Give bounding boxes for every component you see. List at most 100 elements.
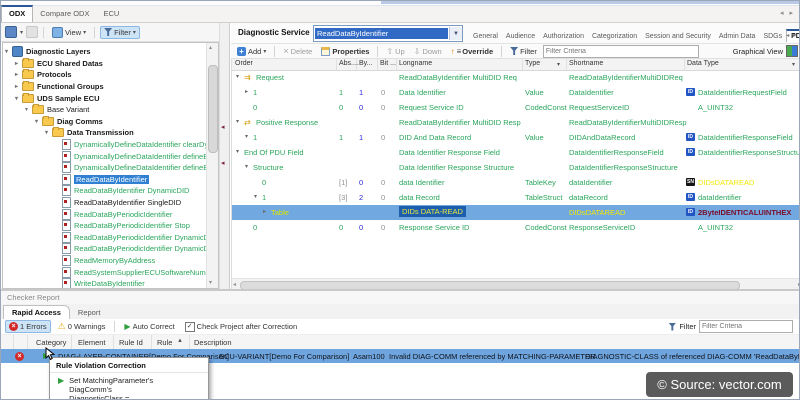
detail-tab-categorization[interactable]: Categorization: [588, 31, 641, 42]
checkbox-checked-icon[interactable]: ✓: [185, 322, 195, 332]
view-button[interactable]: View ▾: [49, 26, 89, 39]
detail-tab-session-and-security[interactable]: Session and Security: [641, 31, 715, 42]
main-tab-compare-odx[interactable]: Compare ODX: [33, 7, 96, 22]
tree-expander-icon[interactable]: ▾: [25, 106, 32, 113]
up-button[interactable]: ⇧ Up: [383, 46, 407, 57]
main-tab-odx[interactable]: ODX: [1, 5, 33, 22]
override-button[interactable]: ↑≡ Override: [448, 46, 497, 57]
pdu-row-positive-response[interactable]: ▾⇄Positive ResponseReadDataByIdentifier …: [232, 115, 800, 130]
row-expander-icon[interactable]: ▾: [236, 148, 239, 155]
tree-item-base-variant[interactable]: ▾Base Variant: [25, 104, 89, 116]
combobox-dropdown-icon[interactable]: ▼: [449, 27, 462, 40]
tree-item-readdatabyperiodicidentifier[interactable]: ReadDataByPeriodicIdentifier: [55, 208, 172, 220]
tree-item-readdatabyperiodicidentifier-dynamicdid-[interactable]: ReadDataByPeriodicIdentifier DynamicDID …: [55, 243, 219, 255]
pdu-row-table[interactable]: ▸TableDIDs DATA-READDIDsDATAREADID2ByteI…: [232, 205, 800, 220]
detail-tab-authorization[interactable]: Authorization: [539, 31, 588, 42]
datatype-column-dropdown-icon[interactable]: ▾: [792, 61, 795, 68]
delete-button[interactable]: × Delete: [280, 45, 315, 57]
checker-column-header-element[interactable]: Element: [78, 338, 106, 347]
tree-item-uds-sample-ecu[interactable]: ▾UDS Sample ECU: [15, 92, 100, 104]
detail-tab-scroll-arrows[interactable]: ◂ ▸: [786, 32, 797, 39]
checker-tab-report[interactable]: Report: [70, 306, 109, 319]
tree-filter-button[interactable]: Filter ▾: [100, 26, 140, 39]
pdu-row-0[interactable]: 0[1]00data IdentifierTableKeydataIdentif…: [232, 175, 800, 190]
scroll-up-icon[interactable]: ▴: [209, 44, 212, 51]
grid-column-header-type[interactable]: Type: [525, 60, 540, 67]
tree-expander-icon[interactable]: ▾: [35, 118, 42, 125]
tree-item-readmemorybyaddress[interactable]: ReadMemoryByAddress: [55, 255, 155, 267]
splitter-collapse-icon[interactable]: ◂: [221, 159, 225, 167]
tree-item-diagnostic-layers[interactable]: ▾Diagnostic Layers: [5, 46, 91, 58]
pdu-row-1[interactable]: ▸1110Data IdentifierValueDataIdentifierI…: [232, 85, 800, 100]
tree-item-readdatabyidentifier-dynamicdid[interactable]: ReadDataByIdentifier DynamicDID: [55, 185, 189, 197]
grid-column-header-bit[interactable]: Bit ...: [380, 60, 396, 67]
panel-splitter[interactable]: ◂ ◂: [219, 23, 230, 289]
pdu-row-0[interactable]: 0000Request Service IDCodedConstRequestS…: [232, 100, 800, 115]
tree-item-functional-groups[interactable]: ▸Functional Groups: [15, 81, 104, 93]
tree-item-dynamicallydefinedataidentifier-defineby[interactable]: DynamicallyDefineDataIdentifier defineBy…: [55, 150, 219, 162]
tree-item-readdatabyperiodicidentifier-dynamicdid[interactable]: ReadDataByPeriodicIdentifier DynamicDID: [55, 232, 217, 244]
tree-item-dynamicallydefinedataidentifier-defineby[interactable]: DynamicallyDefineDataIdentifier defineBy…: [55, 162, 219, 174]
type-column-dropdown-icon[interactable]: ▾: [557, 61, 560, 68]
detail-tab-general[interactable]: General: [469, 31, 502, 42]
tree-item-diag-comms[interactable]: ▾Diag Comms: [35, 116, 103, 128]
detail-tab-admin-data[interactable]: Admin Data: [715, 31, 760, 42]
row-expander-icon[interactable]: ▾: [236, 73, 239, 80]
tree-expander-icon[interactable]: ▸: [15, 60, 22, 67]
scroll-down-icon[interactable]: ▾: [209, 279, 212, 286]
pdu-row-structure[interactable]: ▾StructureData Identifier Response Struc…: [232, 160, 800, 175]
checker-column-header-ruleid[interactable]: Rule Id: [119, 338, 143, 347]
tree-item-ecu-shared-datas[interactable]: ▸ECU Shared Datas: [15, 58, 103, 70]
checker-column-header-description[interactable]: Description: [194, 338, 232, 347]
pdu-row-1[interactable]: ▾1110DID And Data RecordValueDIDAndDataR…: [232, 130, 800, 145]
tree-item-writedatabyidentifier[interactable]: WriteDataByIdentifier: [55, 278, 145, 289]
pdu-row-1[interactable]: ▾1[3]20data RecordTableStructdataRecordI…: [232, 190, 800, 205]
add-button[interactable]: + Add ▾: [234, 46, 269, 57]
tree-item-data-transmission[interactable]: ▾Data Transmission: [45, 127, 134, 139]
grid-column-header-datatype[interactable]: Data Type: [687, 60, 719, 67]
check-project-checkbox[interactable]: ✓ Check Project after Correction: [182, 321, 300, 333]
row-expander-icon[interactable]: ▸: [263, 208, 266, 215]
chevron-down-icon[interactable]: ▾: [20, 29, 23, 36]
pdu-row-end-of-pdu-field[interactable]: ▾End Of PDU FieldData Identifier Respons…: [232, 145, 800, 160]
detail-tab-audience[interactable]: Audience: [502, 31, 539, 42]
tree-item-readdatabyidentifier[interactable]: ReadDataByIdentifier: [55, 174, 149, 186]
down-button[interactable]: ⇩ Down: [411, 46, 445, 57]
pdu-filter-button[interactable]: Filter: [507, 46, 540, 57]
row-expander-icon[interactable]: ▾: [245, 133, 248, 140]
tree-vertical-scrollbar[interactable]: ▴ ▾: [206, 43, 219, 288]
pdu-row-request[interactable]: ▾⇉RequestReadDataByIdentifier MultiDID R…: [232, 70, 800, 85]
graphical-view-button[interactable]: Graphical View: [733, 45, 798, 57]
row-expander-icon[interactable]: ▾: [236, 118, 239, 125]
grid-column-header-longname[interactable]: Longname: [399, 60, 432, 67]
warnings-toggle-button[interactable]: ⚠ 0 Warnings: [55, 320, 109, 333]
detail-tab-sdgs[interactable]: SDGs: [759, 31, 786, 42]
checker-column-header-rule[interactable]: Rule: [157, 338, 172, 347]
row-expander-icon[interactable]: ▾: [245, 163, 248, 170]
checker-filter-input[interactable]: [699, 320, 793, 333]
tree-expander-icon[interactable]: ▸: [15, 71, 22, 78]
properties-button[interactable]: Properties: [318, 46, 372, 57]
main-tab-scroll-arrows[interactable]: ◂ ▸: [780, 9, 795, 17]
checker-column-header-category[interactable]: Category: [36, 338, 66, 347]
splitter-collapse-icon[interactable]: ◂: [221, 123, 225, 131]
row-expander-icon[interactable]: ▾: [254, 193, 257, 200]
tree-item-dynamicallydefinedataidentifier-cleardyn[interactable]: DynamicallyDefineDataIdentifier clearDyn…: [55, 139, 219, 151]
row-expander-icon[interactable]: ▸: [245, 88, 248, 95]
tree-expander-icon[interactable]: ▸: [15, 83, 22, 90]
tree-item-protocols[interactable]: ▸Protocols: [15, 69, 72, 81]
tree-expander-icon[interactable]: ▾: [45, 129, 52, 136]
scroll-left-icon[interactable]: ◂: [233, 281, 236, 288]
context-menu-item-set-diagnostic-class[interactable]: ▶ Set MatchingParameter'sDiagComm'sDiagn…: [50, 373, 208, 400]
pdu-filter-input[interactable]: [543, 45, 699, 58]
grid-column-header-by[interactable]: By...: [359, 60, 372, 67]
grid-column-header-shortname[interactable]: Shortname: [569, 60, 603, 67]
tree-expander-icon[interactable]: ▾: [5, 48, 12, 55]
tree-item-readdatabyidentifier-singledid[interactable]: ReadDataByIdentifier SingleDID: [55, 197, 181, 209]
tree-item-readsystemsupplierecusoftwarenumberd-[interactable]: ReadSystemSupplierECUSoftwareNumberD...: [55, 266, 219, 278]
checker-tab-rapid-access[interactable]: Rapid Access: [3, 305, 70, 319]
tree-expander-icon[interactable]: ▾: [15, 95, 22, 102]
diagnostic-service-combobox[interactable]: ReadDataByIdentifier ▼: [313, 25, 463, 42]
auto-correct-button[interactable]: ▶ Auto Correct: [121, 321, 177, 332]
pdu-row-0[interactable]: 0000Response Service IDCodedConstRespons…: [232, 220, 800, 235]
